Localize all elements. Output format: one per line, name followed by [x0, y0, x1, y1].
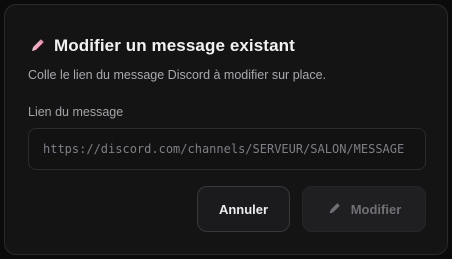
dialog-description: Colle le lien du message Discord à modif…: [28, 68, 327, 82]
message-link-label: Lien du message: [28, 105, 124, 119]
pencil-icon: [327, 202, 341, 216]
modify-button[interactable]: Modifier: [302, 186, 426, 232]
cancel-button-label: Annuler: [218, 201, 269, 217]
edit-message-dialog: Modifier un message existant Colle le li…: [4, 4, 448, 255]
modify-button-label: Modifier: [350, 201, 402, 217]
message-link-input[interactable]: [28, 128, 426, 170]
dialog-header: Modifier un message existant: [29, 36, 295, 56]
cancel-button[interactable]: Annuler: [197, 186, 290, 232]
pencil-icon: [29, 38, 45, 54]
dialog-title: Modifier un message existant: [54, 36, 295, 55]
